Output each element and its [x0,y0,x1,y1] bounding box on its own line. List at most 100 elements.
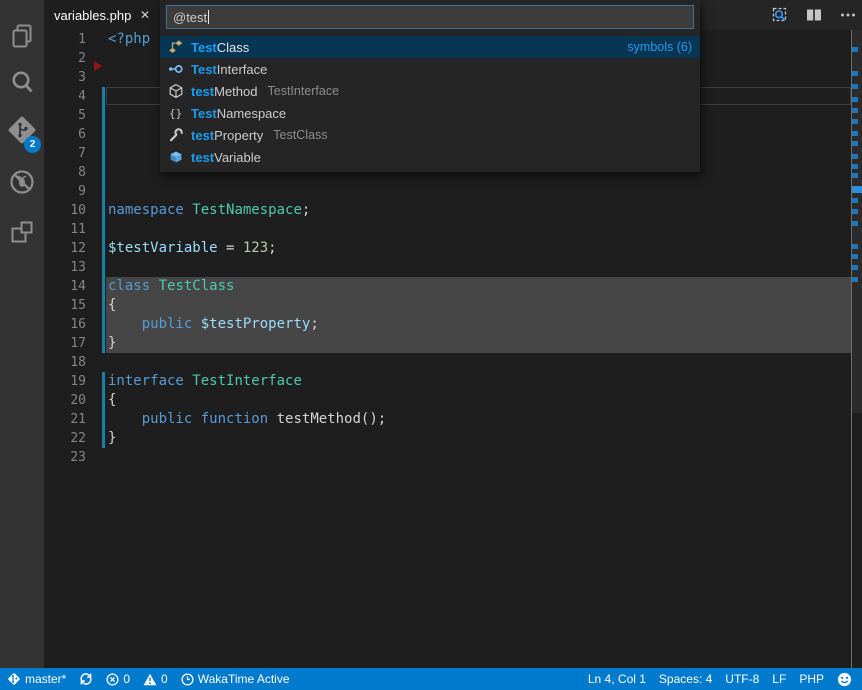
code-line-1[interactable]: <?php [108,30,150,49]
code-token: $testProperty [201,316,311,332]
status-encoding-label: UTF-8 [725,672,759,686]
status-eol[interactable]: LF [772,672,786,686]
sidebar-item-search[interactable] [0,62,44,102]
smiley-icon [837,672,852,687]
overview-ruler-mark [852,71,858,76]
line-number[interactable]: 20 [44,391,86,410]
line-number[interactable]: 1 [44,30,86,49]
extensions-icon [8,218,36,246]
line-number[interactable]: 16 [44,315,86,334]
code-token: { [108,297,116,313]
results-group-label: symbols (6) [627,40,692,54]
symbol-icon-slot [168,61,184,77]
status-warnings[interactable]: 0 [143,672,168,686]
status-errors[interactable]: 0 [106,672,130,686]
line-number[interactable]: 19 [44,372,86,391]
quick-open-item-TestClass[interactable]: TestClasssymbols (6) [160,36,700,58]
symbol-icon-slot [168,149,184,165]
sync-icon [79,672,93,686]
split-editor-button[interactable] [804,5,824,25]
line-number[interactable]: 14 [44,277,86,296]
close-icon[interactable]: ✕ [138,7,152,23]
line-number[interactable]: 5 [44,106,86,125]
quick-open-item-TestInterface[interactable]: TestInterface [160,58,700,80]
overview-ruler-mark [852,221,858,226]
symbol-icon-slot [168,127,184,143]
line-number[interactable]: 13 [44,258,86,277]
line-number[interactable]: 6 [44,125,86,144]
split-editor-icon [805,6,823,24]
code-token [108,316,142,332]
sidebar-item-source-control[interactable]: 2 [0,110,44,150]
interface-icon [168,61,184,77]
overview-ruler-mark [852,277,858,282]
code-line-15[interactable]: { [108,296,116,315]
line-number[interactable]: 11 [44,220,86,239]
quick-open-item-testMethod[interactable]: testMethodTestInterface [160,80,700,102]
quick-open-item-testVariable[interactable]: testVariable [160,146,700,168]
overview-ruler-mark [852,84,858,89]
code-token: namespace [108,202,184,218]
files-icon [8,22,36,50]
symbol-name: Variable [214,150,261,165]
line-number[interactable]: 22 [44,429,86,448]
symbol-name: Method [214,84,257,99]
match-text: test [191,150,214,165]
sidebar-item-explorer[interactable] [0,16,44,56]
editor-group: variables.php✕ 1234567891011121314151617… [44,0,862,668]
code-line-14[interactable]: class TestClass [108,277,234,296]
line-number[interactable]: 12 [44,239,86,258]
line-number[interactable]: 10 [44,201,86,220]
quick-open-item-TestNamespace[interactable]: {}TestNamespace [160,102,700,124]
ellipsis-icon [839,6,857,24]
quick-open-input[interactable]: @test [166,5,694,29]
status-encoding[interactable]: UTF-8 [725,672,759,686]
line-number[interactable]: 2 [44,49,86,68]
line-number[interactable]: 17 [44,334,86,353]
line-number[interactable]: 23 [44,448,86,467]
status-indentation[interactable]: Spaces: 4 [659,672,712,686]
find-in-file-button[interactable] [770,5,790,25]
code-token: ; [268,240,276,256]
line-number[interactable]: 3 [44,68,86,87]
status-cursor-position[interactable]: Ln 4, Col 1 [588,672,646,686]
quick-open-results: TestClasssymbols (6)TestInterfacetestMet… [160,36,700,168]
line-number[interactable]: 15 [44,296,86,315]
status-language-mode[interactable]: PHP [799,672,824,686]
tab-variables.php[interactable]: variables.php✕ [44,0,160,30]
code-line-17[interactable]: } [108,334,116,353]
sidebar-item-extensions[interactable] [0,212,44,252]
status-feedback[interactable] [837,672,852,687]
status-language-mode-label: PHP [799,672,824,686]
line-number[interactable]: 8 [44,163,86,182]
line-number[interactable]: 21 [44,410,86,429]
code-line-22[interactable]: } [108,429,116,448]
namespace-icon: {} [168,105,184,121]
line-number[interactable]: 7 [44,144,86,163]
status-sync[interactable] [79,672,93,686]
sidebar-item-debug[interactable] [0,162,44,202]
status-branch[interactable]: master* [7,672,66,686]
status-eol-label: LF [772,672,786,686]
quick-open-item-testProperty[interactable]: testPropertyTestClass [160,124,700,146]
line-number[interactable]: 4 [44,87,86,106]
code-line-19[interactable]: interface TestInterface [108,372,302,391]
code-line-10[interactable]: namespace TestNamespace; [108,201,310,220]
status-wakatime[interactable]: WakaTime Active [181,672,290,686]
overview-ruler-mark [852,254,858,259]
line-number[interactable]: 18 [44,353,86,372]
status-errors-label: 0 [123,672,130,686]
editor-actions [770,0,858,30]
code-line-20[interactable]: { [108,391,116,410]
quick-open-input-value: @test [173,10,207,25]
match-text: Test [191,40,217,55]
code-token: function [201,411,268,427]
vscode-window: 2 variables.php✕ 12345678910111213141516… [0,0,862,690]
line-number[interactable]: 9 [44,182,86,201]
more-actions-button[interactable] [838,5,858,25]
code-line-12[interactable]: $testVariable = 123; [108,239,277,258]
status-wakatime-label: WakaTime Active [198,672,290,686]
code-token: public [142,411,193,427]
code-line-21[interactable]: public function testMethod(); [108,410,386,429]
code-line-16[interactable]: public $testProperty; [108,315,319,334]
